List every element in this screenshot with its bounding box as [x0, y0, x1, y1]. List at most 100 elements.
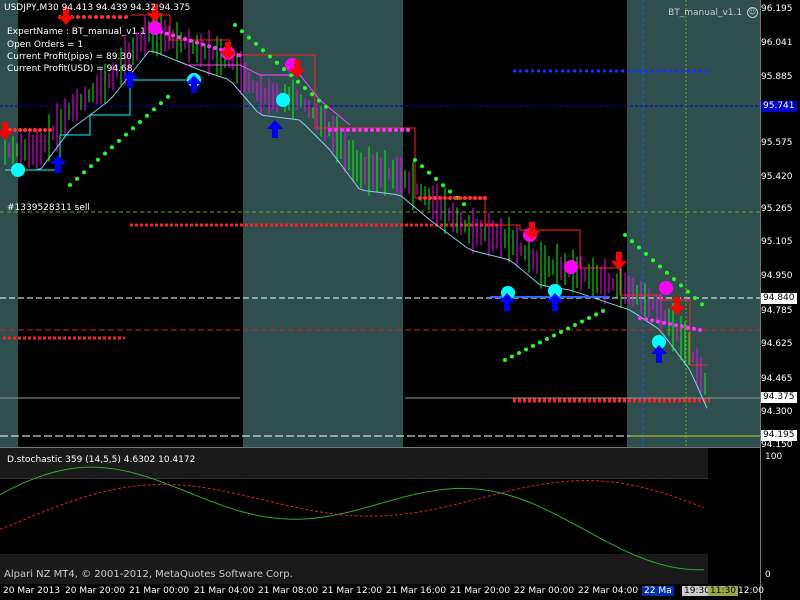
- sar-dot: [237, 53, 241, 58]
- sar-dot: [310, 92, 314, 97]
- sar-dot: [400, 128, 404, 132]
- indicator-name-text: BT_manual_v1.1: [668, 8, 743, 18]
- price-tick: 96.195: [761, 4, 793, 14]
- sar-dot: [503, 358, 507, 362]
- buy-arrow-icon: [547, 293, 563, 311]
- sar-dot: [413, 158, 417, 162]
- ohlc-values: 94.413 94.439 94.32 94.375: [61, 3, 191, 13]
- sar-dot: [662, 320, 666, 325]
- sar-dot: [138, 120, 142, 124]
- info-open-orders: Open Orders = 1: [7, 40, 84, 50]
- sar-dot: [510, 354, 514, 359]
- sar-dot: [18, 128, 22, 132]
- smiley-icon: ☺: [747, 7, 758, 18]
- sar-dot: [165, 31, 169, 36]
- sar-dot: [289, 73, 293, 78]
- sar-dot: [89, 164, 93, 169]
- sell-arrow-icon: [220, 42, 236, 60]
- sar-dot: [100, 15, 104, 19]
- stochastic-header: D.stochastic 359 (14,5,5) 4.6302 10.4172: [7, 455, 196, 465]
- copyright-text: Alpari NZ MT4, © 2001-2012, MetaQuotes S…: [4, 569, 293, 580]
- sar-dot: [428, 196, 432, 200]
- sar-dot: [644, 251, 648, 256]
- time-tick: 20 Mar 20:00: [65, 586, 126, 596]
- sar-dot: [587, 316, 591, 320]
- sar-dot: [453, 196, 457, 200]
- sar-dot: [644, 317, 648, 322]
- symbol-name: USDJPY,M30: [4, 3, 59, 13]
- sar-dot: [358, 128, 362, 132]
- sar-dot: [370, 128, 374, 132]
- sar-dot: [23, 128, 27, 132]
- sar-dot: [159, 101, 163, 106]
- sar-dot: [665, 270, 669, 275]
- sar-dot: [517, 351, 521, 355]
- price-tick: 94.785: [761, 306, 793, 316]
- sar-dot: [672, 277, 676, 282]
- time-tick: 22 Mar 04:00: [578, 586, 639, 596]
- time-tick: 21 Mar 20:00: [450, 586, 511, 596]
- sar-dot: [112, 15, 116, 19]
- sar-dot: [207, 44, 211, 49]
- sar-dot: [559, 330, 563, 334]
- sar-dot: [601, 309, 605, 313]
- sar-dot: [448, 196, 452, 200]
- stochastic-chart[interactable]: [0, 448, 800, 584]
- sar-dot: [28, 128, 32, 132]
- sar-dot: [103, 151, 107, 156]
- sar-dot: [195, 40, 199, 45]
- sar-dot: [458, 196, 462, 200]
- sar-dot: [448, 189, 452, 194]
- indicator-label[interactable]: BT_manual_v1.1 ☺: [668, 7, 758, 18]
- sar-dot: [531, 344, 535, 348]
- sar-dot: [48, 128, 52, 132]
- price-tick: 94.950: [761, 271, 793, 281]
- sar-dot: [524, 347, 528, 352]
- sar-dot: [282, 67, 286, 72]
- sar-dot: [478, 196, 482, 200]
- time-tick: 12:00: [738, 586, 764, 596]
- sar-dot: [394, 128, 398, 132]
- sar-dot: [594, 312, 598, 317]
- info-expert-name: ExpertName : BT_manual_v1.1: [7, 27, 146, 37]
- sar-dot: [420, 164, 424, 169]
- sar-dot: [106, 15, 110, 19]
- sar-dot: [364, 128, 368, 132]
- sar-dot: [177, 35, 181, 40]
- sar-dot: [38, 128, 42, 132]
- sar-dot: [552, 333, 556, 338]
- sar-dot: [441, 183, 445, 188]
- signal-circle: [276, 93, 290, 107]
- signal-circle: [148, 21, 162, 35]
- sar-dot: [650, 318, 654, 323]
- price-box-bottom: 94.195: [761, 430, 797, 441]
- sar-dot: [545, 337, 549, 341]
- sar-dot: [566, 326, 570, 331]
- sar-dot: [317, 98, 321, 103]
- sar-dot: [33, 128, 37, 132]
- sar-dot: [94, 15, 98, 19]
- sar-dot: [145, 113, 149, 118]
- sar-dot: [68, 183, 72, 187]
- sar-dot: [296, 79, 300, 84]
- time-tick: 20 Mar 2013: [3, 586, 61, 596]
- time-tick: 21 Mar 16:00: [386, 586, 447, 596]
- sar-dot: [418, 196, 422, 200]
- time-tick: 11:30: [708, 586, 738, 596]
- sar-dot: [388, 128, 392, 132]
- order-label[interactable]: #1339528311 sell: [7, 203, 90, 213]
- sar-dot: [247, 35, 251, 40]
- sar-dot: [651, 258, 655, 263]
- sar-dot: [82, 15, 86, 19]
- info-profit-usd: Current Profit(USD) = 94.68: [7, 64, 133, 74]
- sar-dot: [88, 15, 92, 19]
- sar-dot: [679, 283, 683, 288]
- sar-dot: [473, 196, 477, 200]
- price-box-white-line: 94.840: [761, 293, 797, 304]
- sar-dot: [324, 104, 328, 109]
- sell-arrow-icon: [611, 252, 627, 270]
- sar-dot: [382, 128, 386, 132]
- sar-dot: [656, 319, 660, 324]
- sar-dot: [686, 289, 690, 294]
- sar-dot: [680, 324, 684, 329]
